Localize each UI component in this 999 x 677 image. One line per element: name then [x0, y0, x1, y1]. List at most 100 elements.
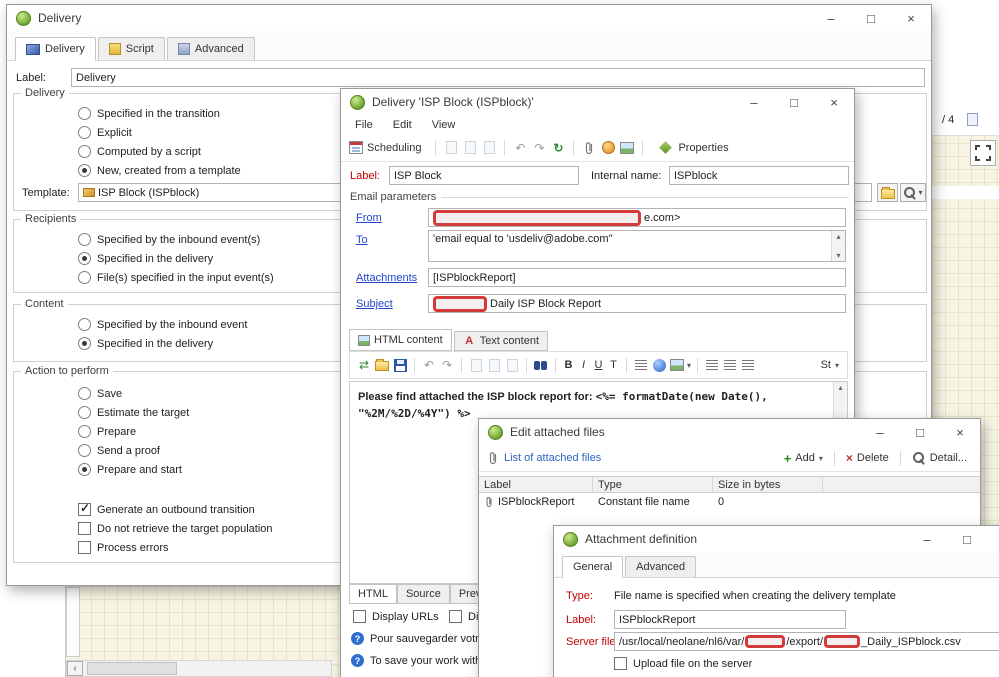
internal-name-input[interactable] [669, 166, 849, 185]
notification-icon[interactable] [600, 140, 616, 156]
to-link[interactable]: To [356, 234, 368, 246]
maximize-button[interactable]: □ [774, 89, 814, 115]
minimize-button[interactable]: – [811, 5, 851, 31]
vertical-scrollbar[interactable] [66, 587, 80, 657]
find-icon[interactable] [533, 357, 549, 373]
minimize-button[interactable]: – [907, 526, 947, 552]
column-header-type[interactable]: Type [593, 477, 713, 492]
attachments-input[interactable] [428, 268, 846, 287]
label-input[interactable] [389, 166, 579, 185]
titlebar[interactable]: Edit attached files – □ × [479, 419, 980, 445]
radio-computed-by-script[interactable]: Computed by a script [78, 142, 241, 161]
from-field[interactable]: e.com> [428, 208, 846, 227]
redo-icon[interactable]: ↷ [531, 140, 547, 156]
titlebar[interactable]: Delivery 'ISP Block (ISPblock)' – □ × [341, 89, 854, 115]
minimize-button[interactable]: – [734, 89, 774, 115]
maximize-button[interactable]: □ [947, 526, 987, 552]
undo-icon[interactable]: ↶ [512, 140, 528, 156]
radio-action-send-proof[interactable]: Send a proof [78, 441, 189, 460]
fullscreen-button[interactable] [970, 140, 996, 166]
copy-icon[interactable] [504, 357, 520, 373]
field-scrollbar[interactable]: ▴ ▾ [831, 231, 845, 261]
refresh-icon[interactable]: ↻ [550, 140, 566, 156]
radio-new-from-template[interactable]: New, created from a template [78, 161, 241, 180]
template-folder-button[interactable] [877, 183, 898, 202]
subject-field[interactable]: Daily ISP Block Report [428, 294, 846, 313]
paperclip-icon[interactable] [581, 140, 597, 156]
align-right-icon[interactable] [740, 357, 756, 373]
scrollbar-thumb[interactable] [87, 662, 177, 675]
scheduling-button[interactable]: Scheduling [347, 141, 428, 154]
tab-text-content[interactable]: A Text content [453, 331, 549, 351]
preview-icon[interactable] [619, 140, 635, 156]
attachments-link[interactable]: Attachments [356, 272, 417, 284]
open-file-icon[interactable] [374, 357, 390, 373]
tab-general[interactable]: General [562, 556, 624, 578]
import-export-icon[interactable]: ⇄ [356, 357, 372, 373]
radio-recipients-in-delivery[interactable]: Specified in the delivery [78, 249, 274, 268]
scroll-up-icon[interactable]: ▴ [836, 232, 840, 241]
tab-html-content[interactable]: HTML content [349, 329, 452, 351]
table-row[interactable]: ISPblockReport Constant file name 0 [479, 493, 980, 510]
column-header-size[interactable]: Size in bytes [713, 477, 823, 492]
checkbox-process-errors[interactable]: Process errors [78, 538, 273, 557]
delete-button[interactable]: × Delete [839, 451, 896, 465]
scroll-down-icon[interactable]: ▾ [836, 251, 840, 260]
cut-icon[interactable] [486, 357, 502, 373]
from-link[interactable]: From [356, 212, 382, 224]
radio-action-estimate[interactable]: Estimate the target [78, 403, 189, 422]
menu-edit[interactable]: Edit [383, 119, 422, 131]
label-input[interactable] [614, 610, 846, 629]
close-button[interactable]: × [987, 526, 999, 552]
bullet-list-icon[interactable] [633, 357, 649, 373]
checkbox-no-target-population[interactable]: Do not retrieve the target population [78, 519, 273, 538]
titlebar[interactable]: Attachment definition – □ × [554, 526, 999, 552]
radio-content-in-delivery[interactable]: Specified in the delivery [78, 334, 247, 353]
styles-button[interactable]: St ▾ [814, 359, 841, 371]
align-left-icon[interactable] [704, 357, 720, 373]
column-header-label[interactable]: Label [479, 477, 593, 492]
tab-script[interactable]: Script [97, 37, 165, 60]
menu-view[interactable]: View [422, 119, 466, 131]
insert-image-icon[interactable] [669, 357, 685, 373]
chevron-down-icon[interactable]: ▾ [687, 361, 691, 370]
align-center-icon[interactable] [722, 357, 738, 373]
redo-icon[interactable]: ↷ [439, 357, 455, 373]
paste-icon[interactable] [443, 140, 459, 156]
checkbox-outbound-transition[interactable]: Generate an outbound transition [78, 500, 273, 519]
radio-content-inbound[interactable]: Specified by the inbound event [78, 315, 247, 334]
underline-button[interactable]: U [592, 359, 605, 371]
bold-button[interactable]: B [562, 359, 575, 371]
copy-icon[interactable] [481, 140, 497, 156]
radio-action-save[interactable]: Save [78, 384, 189, 403]
close-button[interactable]: × [814, 89, 854, 115]
scroll-up-icon[interactable]: ▴ [838, 383, 842, 392]
template-detail-button[interactable]: ▾ [900, 183, 926, 202]
radio-specified-in-transition[interactable]: Specified in the transition [78, 104, 241, 123]
tab-advanced[interactable]: Advanced [166, 37, 255, 60]
radio-action-prepare[interactable]: Prepare [78, 422, 189, 441]
maximize-button[interactable]: □ [851, 5, 891, 31]
minimize-button[interactable]: – [860, 419, 900, 445]
italic-button[interactable]: I [577, 359, 590, 371]
subject-link[interactable]: Subject [356, 298, 393, 310]
paste-icon[interactable] [468, 357, 484, 373]
add-button[interactable]: + Add ▾ [777, 451, 830, 466]
titlebar[interactable]: Delivery – □ × [7, 5, 931, 31]
cut-icon[interactable] [462, 140, 478, 156]
maximize-button[interactable]: □ [900, 419, 940, 445]
detail-button[interactable]: Detail... [905, 451, 974, 465]
undo-icon[interactable]: ↶ [421, 357, 437, 373]
font-size-button[interactable]: T [607, 359, 620, 371]
tab-advanced[interactable]: Advanced [625, 556, 697, 577]
hyperlink-icon[interactable] [651, 357, 667, 373]
to-field[interactable]: 'email equal to 'usdeliv@adobe.com'' ▴ ▾ [428, 230, 846, 262]
close-button[interactable]: × [940, 419, 980, 445]
tab-source-view[interactable]: Source [396, 584, 450, 604]
radio-action-prepare-start[interactable]: Prepare and start [78, 460, 189, 479]
checkbox-upload-file[interactable]: Upload file on the server [614, 654, 752, 673]
radio-explicit[interactable]: Explicit [78, 123, 241, 142]
horizontal-scrollbar[interactable]: ‹ [66, 660, 332, 677]
save-icon[interactable] [392, 357, 408, 373]
properties-button[interactable]: Properties [650, 141, 735, 154]
